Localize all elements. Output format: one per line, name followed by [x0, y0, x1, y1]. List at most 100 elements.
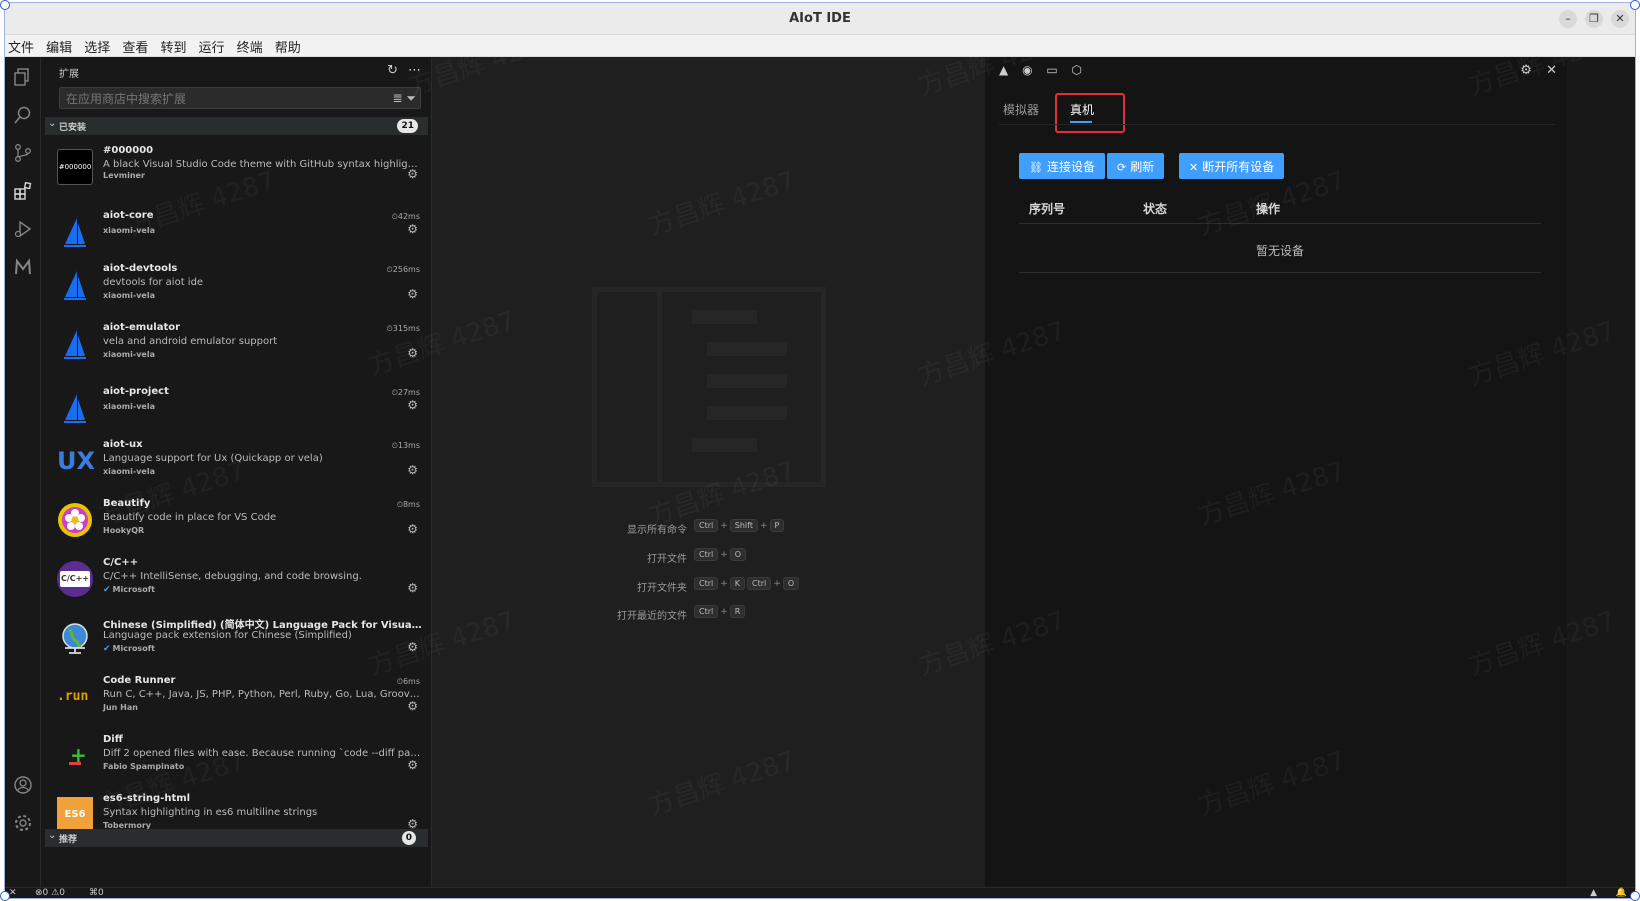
extension-settings-gear-icon[interactable]: ⚙: [407, 581, 418, 595]
theme-black-icon: #000000: [57, 149, 93, 185]
extension-description: Run C, C++, Java, JS, PHP, Python, Perl,…: [103, 689, 421, 700]
run-debug-icon[interactable]: [13, 219, 33, 239]
panel-icon-tabs: ▲ ◉ ▭ ⬡: [999, 63, 1092, 77]
menu-run[interactable]: 运行: [196, 35, 225, 56]
search-icon[interactable]: [13, 105, 33, 125]
key-plus: +: [720, 521, 728, 531]
manage-gear-icon[interactable]: [13, 813, 33, 833]
menu-edit[interactable]: 编辑: [43, 35, 72, 56]
extension-settings-gear-icon[interactable]: ⚙: [407, 398, 418, 412]
link-icon: ⛓: [1029, 161, 1043, 174]
extension-item[interactable]: + Diff Diff 2 opened files with ease. Beca…: [45, 732, 428, 790]
extension-settings-gear-icon[interactable]: ⚙: [407, 463, 418, 477]
remote-icon[interactable]: ✕: [9, 888, 17, 898]
close-icon: ✕: [1189, 161, 1199, 174]
extension-item[interactable]: aiot-project xiaomi-vela ⏲27ms ⚙: [45, 384, 428, 442]
maximize-button[interactable]: ❐: [1585, 10, 1603, 28]
extension-settings-gear-icon[interactable]: ⚙: [407, 522, 418, 536]
problems-indicator[interactable]: ⊗0 ⚠0: [35, 888, 65, 898]
vela-sail-icon[interactable]: ▲: [999, 63, 1008, 77]
extension-settings-gear-icon[interactable]: ⚙: [407, 222, 418, 236]
notifications-bell-icon[interactable]: 🔔: [1616, 888, 1627, 898]
recommended-section-header[interactable]: ⌄ 推荐 0: [45, 829, 428, 847]
extensions-icon[interactable]: [13, 181, 33, 201]
extension-publisher: HookyQR: [103, 526, 145, 535]
vela-status-icon[interactable]: ▲: [1590, 888, 1597, 898]
extension-settings-gear-icon[interactable]: ⚙: [407, 287, 418, 301]
extension-search-input[interactable]: [60, 89, 380, 109]
extension-name: C/C++: [103, 557, 139, 568]
extension-item[interactable]: Chinese (Simplified) (简体中文) Language Pac…: [45, 614, 428, 672]
diff-plus-minus-icon: +: [69, 743, 87, 767]
selection-handle: [0, 891, 10, 901]
extension-item[interactable]: aiot-devtools devtools for aiot ide xiaomi…: [45, 261, 428, 319]
close-button[interactable]: ✕: [1611, 10, 1629, 28]
selection-handle: [1630, 0, 1640, 10]
extension-name: Code Runner: [103, 675, 176, 686]
folder-icon[interactable]: ▭: [1046, 63, 1057, 77]
verified-badge-icon: ✔: [103, 585, 111, 595]
pin-icon[interactable]: ◉: [1022, 63, 1032, 77]
vela-sail-icon: [57, 214, 93, 254]
activation-time: ⏲6ms: [396, 677, 420, 686]
es6-logo-icon: ES6: [57, 797, 93, 833]
refresh-button[interactable]: ⟳ 刷新: [1107, 153, 1165, 179]
selection-handle: [1630, 891, 1640, 901]
tab-simulator[interactable]: 模拟器: [1003, 101, 1039, 118]
package-icon[interactable]: ⬡: [1072, 63, 1082, 77]
extension-item[interactable]: C/C++ C/C++ C/C++ IntelliSense, debugging,…: [45, 555, 428, 613]
extension-settings-gear-icon[interactable]: ⚙: [407, 640, 418, 654]
extension-settings-gear-icon[interactable]: ⚙: [407, 699, 418, 713]
filter-icon[interactable]: ⏷: [406, 91, 416, 105]
extension-item[interactable]: aiot-emulator vela and android emulator s…: [45, 320, 428, 378]
cpp-logo-icon: C/C++: [57, 561, 93, 597]
vela-sail-icon: [57, 326, 93, 366]
settings-gear-icon[interactable]: ⚙: [1520, 63, 1532, 78]
extension-settings-gear-icon[interactable]: ⚙: [407, 167, 418, 181]
installed-section-header[interactable]: ⌄ 已安装 21: [45, 117, 428, 135]
account-icon[interactable]: [13, 775, 33, 795]
extension-item[interactable]: aiot-core xiaomi-vela ⏲42ms ⚙: [45, 208, 428, 266]
extension-item[interactable]: UX aiot-ux Language support for Ux (Quicka…: [45, 437, 428, 495]
key-plus: +: [720, 579, 728, 589]
extension-description: vela and android emulator support: [103, 336, 278, 347]
menu-select[interactable]: 选择: [81, 35, 110, 56]
disconnect-all-button[interactable]: ✕ 断开所有设备: [1179, 153, 1285, 179]
more-actions-icon[interactable]: ⋯: [408, 63, 421, 78]
menu-terminal[interactable]: 终端: [234, 35, 263, 56]
key-plus: +: [773, 579, 781, 589]
shortcut-label: 显示所有命令: [627, 525, 687, 536]
refresh-icon[interactable]: ↻: [387, 63, 398, 78]
activation-time: ⏲13ms: [391, 441, 420, 450]
menu-help[interactable]: 帮助: [272, 35, 301, 56]
clear-filter-icon[interactable]: ≣: [393, 91, 403, 105]
menu-view[interactable]: 查看: [119, 35, 148, 56]
chevron-down-icon: ⌄: [48, 830, 57, 841]
ports-indicator[interactable]: ⌘0: [89, 888, 104, 898]
extension-item[interactable]: Beautify Beautify code in place for VS Co…: [45, 496, 428, 554]
extension-name: Chinese (Simplified) (简体中文) Language Pac…: [103, 620, 423, 631]
extension-item[interactable]: #000000 #000000 A black Visual Studio Code…: [45, 143, 428, 201]
m-extension-icon[interactable]: [13, 257, 33, 277]
column-header-status: 状态: [1143, 202, 1168, 216]
close-panel-icon[interactable]: ✕: [1546, 63, 1557, 78]
explorer-icon[interactable]: [13, 67, 33, 87]
extension-settings-gear-icon[interactable]: ⚙: [407, 758, 418, 772]
refresh-icon: ⟳: [1117, 161, 1127, 174]
activity-bar: [5, 57, 41, 887]
source-control-icon[interactable]: [13, 143, 33, 163]
column-header-serial: 序列号: [1029, 202, 1066, 216]
extension-settings-gear-icon[interactable]: ⚙: [407, 346, 418, 360]
menu-goto[interactable]: 转到: [157, 35, 186, 56]
chevron-down-icon: ⌄: [48, 118, 57, 129]
activation-time: ⏲8ms: [396, 500, 420, 509]
shortcut-row: 打开文件 Ctrl + O: [432, 548, 985, 565]
menu-file[interactable]: 文件: [5, 35, 34, 56]
aiot-device-panel: ▲ ◉ ▭ ⬡ ⚙ ✕ 模拟器 真机 ⛓ 连接设备 ⟳ 刷新 ✕ 断开所有设备 序列号…: [985, 57, 1567, 887]
minimize-button[interactable]: –: [1559, 10, 1577, 28]
extension-item[interactable]: .run Code Runner Run C, C++, Java, JS, PHP…: [45, 673, 428, 731]
connect-device-button[interactable]: ⛓ 连接设备: [1019, 153, 1105, 179]
activation-time: ⏲27ms: [391, 388, 420, 397]
panel-actions: ⚙ ✕: [1510, 63, 1557, 78]
shortcut-label: 打开文件夹: [637, 583, 687, 594]
